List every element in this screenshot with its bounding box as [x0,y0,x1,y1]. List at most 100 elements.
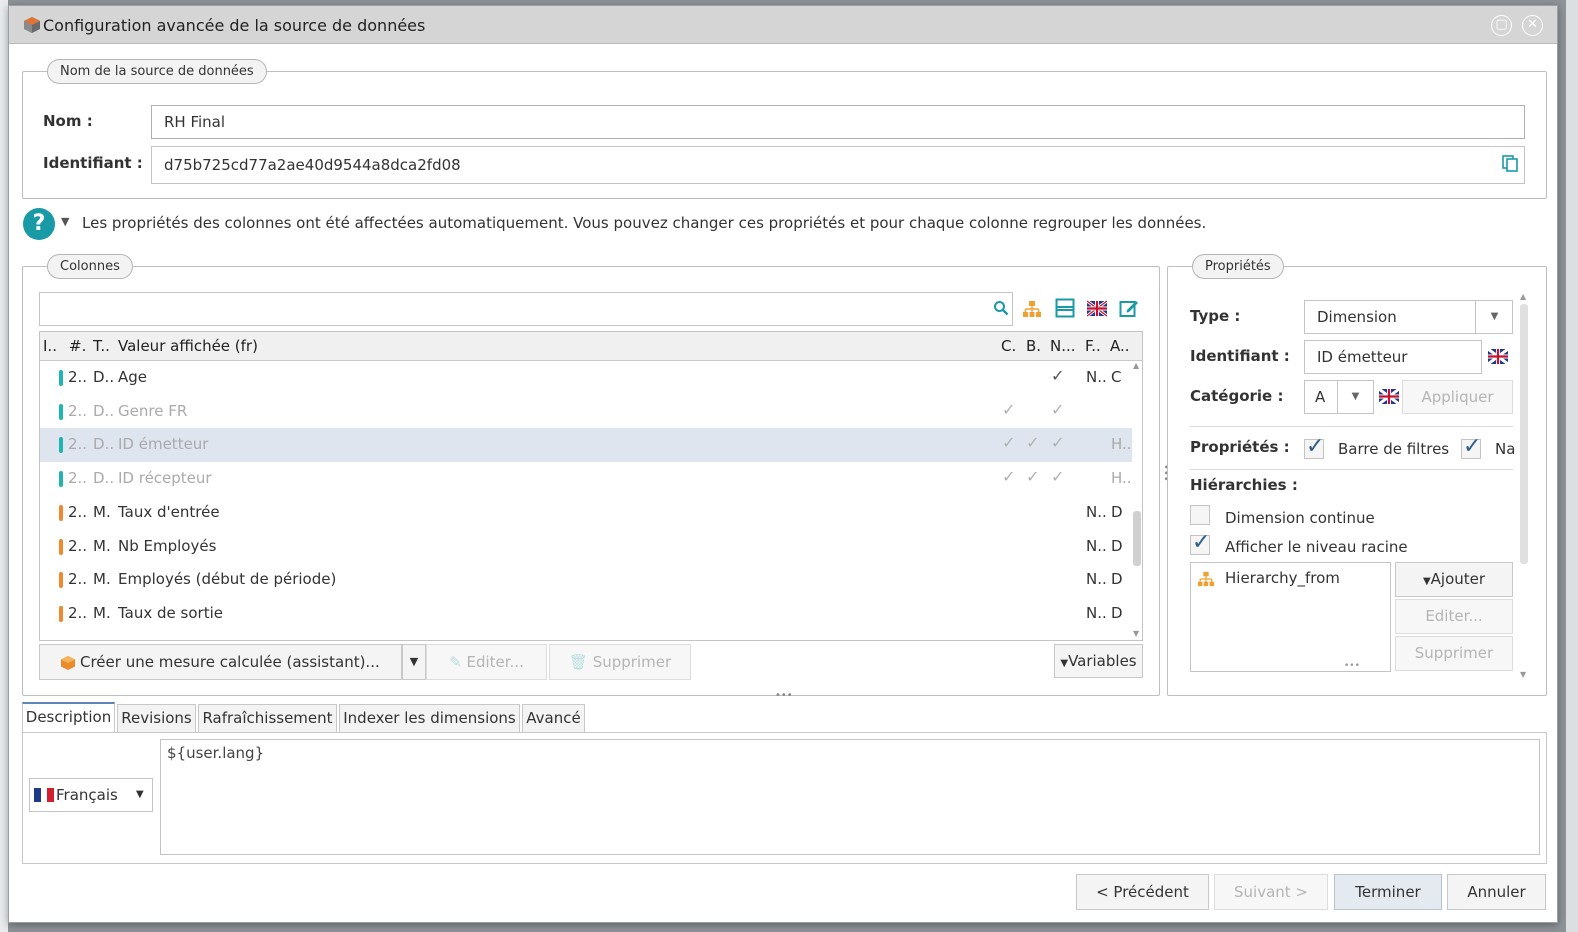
copy-icon[interactable] [1501,154,1519,172]
cell-b-check[interactable]: ✓ [1026,467,1039,486]
table-view-icon[interactable] [1055,298,1075,318]
type-select-value: Dimension [1317,308,1397,326]
column-type-indicator [59,403,63,420]
table-row[interactable]: 2.. D.. ID récepteur ✓ ✓ ✓ H.. [40,462,1132,496]
cell-f: N.. [1086,368,1107,386]
type-dropdown-icon[interactable]: ▼ [1475,301,1513,333]
add-hierarchy-button[interactable]: ▼Ajouter [1395,562,1513,597]
cell-i: 2.. [68,469,88,488]
grid-scrollbar[interactable]: ▲ ▼ [1132,361,1142,640]
header-f[interactable]: F.. [1085,337,1101,355]
next-button[interactable]: Suivant > [1214,874,1328,910]
properties-scroll-thumb[interactable] [1520,304,1528,564]
category-label: Catégorie : [1190,387,1284,405]
create-calculated-measure-button[interactable]: Créer une mesure calculée (assistant)... [39,644,402,680]
help-icon[interactable]: ? [23,208,55,240]
uk-flag-icon[interactable] [1379,386,1399,406]
filter-bar-checkbox[interactable]: ✓ [1304,434,1324,459]
tab-description[interactable]: Description [22,702,115,732]
cell-type: D.. [93,435,115,454]
show-root-level-checkbox[interactable]: ✓ [1190,530,1210,555]
tab-revisions[interactable]: Revisions [117,704,196,732]
search-icon[interactable] [993,300,1009,316]
header-i[interactable]: I.. [43,337,57,355]
header-number[interactable]: #. [69,337,86,355]
header-a[interactable]: A.. [1110,337,1130,355]
tab-indexer-les-dimensions[interactable]: Indexer les dimensions [339,704,520,732]
table-row[interactable]: 2.. M. Employés (début de période) N.. D [40,563,1132,597]
header-label[interactable]: Valeur affichée (fr) [118,337,258,355]
table-row[interactable]: 2.. D.. Age ✓ N.. C [40,361,1132,395]
delete-column-button[interactable]: 🗑 Supprimer [549,644,691,680]
tab-avancé[interactable]: Avancé [522,704,585,732]
cell-label: Employés (début de période) [118,570,337,589]
cell-n-check[interactable]: ✓ [1051,400,1064,419]
cell-b-check[interactable]: ✓ [1026,433,1039,452]
edit-hierarchy-button[interactable]: Editer... [1395,599,1513,634]
add-caret-icon: ▼ [1422,576,1431,587]
na-checkbox[interactable]: ✓ [1461,434,1481,459]
collapse-arrow-icon[interactable]: ▼ [61,215,69,228]
dialog-title: Configuration avancée de la source de do… [43,16,426,35]
horizontal-splitter[interactable]: ••• [775,690,793,701]
cell-i: 2.. [68,368,88,386]
hierarchy-list-item[interactable]: Hierarchy_from [1191,566,1390,592]
variables-button[interactable]: ▼Variables [1054,644,1143,678]
identifier-label: Identifiant : [43,154,143,172]
hierarchy-icon[interactable] [1022,299,1042,319]
header-c[interactable]: C. [1001,337,1016,355]
uk-flag-icon[interactable] [1087,298,1107,318]
cell-c-check[interactable]: ✓ [1002,400,1015,419]
uk-flag-icon[interactable] [1488,346,1508,366]
table-row[interactable]: 2.. M. Nb Employés N.. D [40,530,1132,564]
category-select[interactable]: A ▼ [1304,380,1374,414]
header-n[interactable]: N... [1050,337,1076,355]
edit-column-button[interactable]: ✎ Editer... [426,644,547,680]
cell-c-check[interactable]: ✓ [1002,467,1015,486]
tab-rafraîchissement[interactable]: Rafraîchissement [198,704,337,732]
columns-grid: I.. #. T.. Valeur affichée (fr) C. B. N.… [39,331,1143,641]
description-textarea[interactable]: ${user.lang} [160,739,1540,855]
table-row[interactable]: 2.. M. Taux de sortie N.. D [40,597,1132,631]
properties-scrollbar[interactable]: ▲ ▼ [1518,292,1530,682]
create-dropdown-button[interactable]: ▼ [402,644,426,680]
delete-column-label: Supprimer [592,653,672,671]
cell-c-check[interactable]: ✓ [1002,433,1015,452]
apply-category-button[interactable]: Appliquer [1402,380,1513,414]
delete-hierarchy-button[interactable]: Supprimer [1395,636,1513,671]
hierarchy-icon [1198,571,1214,587]
identifier-input[interactable]: d75b725cd77a2ae40d9544a8dca2fd08 [151,146,1525,184]
continuous-dimension-checkbox[interactable] [1190,505,1210,525]
language-select[interactable]: Français ▼ [29,778,153,812]
checkmark-icon: ✓ [1306,434,1325,459]
cancel-button[interactable]: Annuler [1447,874,1546,910]
identifier-prop-label: Identifiant : [1190,347,1290,365]
header-b[interactable]: B. [1026,337,1041,355]
type-select[interactable]: Dimension ▼ [1304,300,1513,334]
variables-label: Variables [1068,652,1137,670]
previous-button[interactable]: < Précédent [1076,874,1209,910]
cell-n-check[interactable]: ✓ [1051,433,1064,452]
close-icon[interactable]: ✕ [1522,15,1543,36]
resize-handle[interactable]: ••• [1344,661,1360,671]
cell-n-check[interactable]: ✓ [1051,366,1064,385]
name-input[interactable]: RH Final [151,105,1525,139]
grid-scroll-thumb[interactable] [1133,511,1141,566]
column-search-input[interactable] [39,292,1013,326]
identifier-prop-input[interactable]: ID émetteur [1304,340,1482,374]
finish-button[interactable]: Terminer [1334,874,1442,910]
category-dropdown-icon[interactable]: ▼ [1337,381,1373,413]
cell-n-check[interactable]: ✓ [1051,467,1064,486]
cell-label: Nb Employés [118,536,217,555]
cell-label: ID émetteur [118,435,209,454]
column-type-indicator [59,605,63,622]
table-row[interactable]: 2.. D.. Genre FR ✓ ✓ [40,395,1132,429]
maximize-icon[interactable]: ▢ [1491,15,1512,36]
table-row[interactable]: 2.. M. Taux d'entrée N.. D [40,496,1132,530]
edit-icon[interactable] [1119,298,1139,318]
header-type[interactable]: T.. [93,337,110,355]
table-row[interactable]: 2.. D.. ID émetteur ✓ ✓ ✓ H.. [40,428,1132,463]
cell-label: ID récepteur [118,469,212,488]
column-type-indicator [59,572,63,589]
filter-bar-label: Barre de filtres [1338,440,1450,458]
